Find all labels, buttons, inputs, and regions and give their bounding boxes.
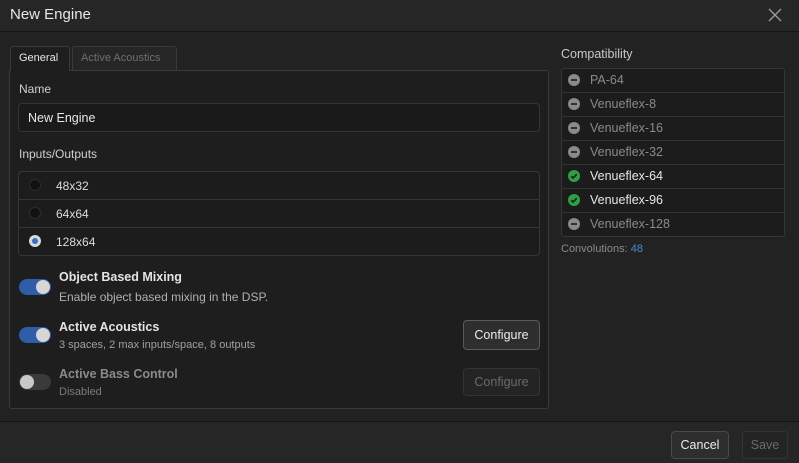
io-option-label: 64x64 — [56, 207, 89, 221]
tab-active-acoustics[interactable]: Active Acoustics — [72, 46, 177, 70]
toggle-knob — [20, 375, 34, 389]
radio-button[interactable] — [29, 179, 41, 191]
io-radio-group: 48x32 64x64 128x64 — [18, 171, 540, 256]
compat-item-name: Venueflex-32 — [590, 145, 663, 159]
active-acoustics-configure-button[interactable]: Configure — [463, 320, 540, 350]
close-icon — [768, 8, 782, 22]
io-option-label: 128x64 — [56, 235, 96, 249]
object-mixing-title: Object Based Mixing — [59, 270, 182, 284]
unsupported-icon — [568, 74, 580, 86]
name-input[interactable] — [18, 103, 540, 132]
active-acoustics-description: 3 spaces, 2 max inputs/space, 8 outputs — [59, 339, 256, 351]
active-acoustics-title: Active Acoustics — [59, 320, 160, 334]
compat-item-name: Venueflex-64 — [590, 169, 663, 183]
convolutions-readout: Convolutions: 48 — [561, 243, 643, 255]
active-acoustics-toggle[interactable] — [19, 327, 51, 343]
title-bar: New Engine — [0, 0, 799, 32]
unsupported-icon — [568, 98, 580, 110]
check-circle-icon — [568, 170, 580, 182]
compat-item-venueflex-64: Venueflex-64 — [562, 165, 784, 189]
check-circle-icon — [568, 194, 580, 206]
compat-item-name: Venueflex-96 — [590, 193, 663, 207]
compatibility-label: Compatibility — [561, 47, 633, 61]
compatibility-list: PA-64 Venueflex-8 Venueflex-16 Venueflex… — [561, 68, 785, 237]
unsupported-icon — [568, 146, 580, 158]
radio-button-selected[interactable] — [29, 235, 41, 247]
unsupported-icon — [568, 122, 580, 134]
io-option-48x32[interactable]: 48x32 — [19, 172, 539, 200]
compat-item-venueflex-96: Venueflex-96 — [562, 189, 784, 213]
name-label: Name — [19, 82, 52, 96]
compat-item-name: Venueflex-8 — [590, 97, 657, 111]
active-bass-description: Disabled — [59, 386, 102, 398]
compat-item-venueflex-128: Venueflex-128 — [562, 213, 784, 237]
window-title: New Engine — [10, 6, 91, 23]
convolutions-label: Convolutions: — [561, 243, 628, 255]
compat-item-name: PA-64 — [590, 73, 624, 87]
object-mixing-description: Enable object based mixing in the DSP. — [59, 290, 269, 304]
active-bass-configure-button[interactable]: Configure — [463, 368, 540, 396]
unsupported-icon — [568, 218, 580, 230]
active-bass-title: Active Bass Control — [59, 367, 178, 381]
io-option-64x64[interactable]: 64x64 — [19, 200, 539, 228]
cancel-button[interactable]: Cancel — [671, 431, 729, 459]
toggle-knob — [36, 280, 50, 294]
tab-general[interactable]: General — [10, 46, 70, 71]
toggle-knob — [36, 328, 50, 342]
io-option-128x64[interactable]: 128x64 — [19, 228, 539, 255]
compat-item-venueflex-16: Venueflex-16 — [562, 117, 784, 141]
save-button[interactable]: Save — [742, 431, 788, 459]
close-button[interactable] — [767, 7, 783, 23]
compat-item-name: Venueflex-128 — [590, 217, 670, 231]
general-panel: Name Inputs/Outputs 48x32 64x64 128x64 O… — [9, 70, 549, 409]
object-mixing-toggle[interactable] — [19, 279, 51, 295]
compat-item-venueflex-32: Venueflex-32 — [562, 141, 784, 165]
io-option-label: 48x32 — [56, 179, 89, 193]
active-bass-toggle[interactable] — [19, 374, 51, 390]
compat-item-name: Venueflex-16 — [590, 121, 663, 135]
convolutions-value: 48 — [630, 243, 643, 255]
dialog-footer: Cancel Save — [0, 421, 799, 463]
compat-item-pa-64: PA-64 — [562, 69, 784, 93]
compat-item-venueflex-8: Venueflex-8 — [562, 93, 784, 117]
io-label: Inputs/Outputs — [19, 147, 98, 161]
radio-button[interactable] — [29, 207, 41, 219]
